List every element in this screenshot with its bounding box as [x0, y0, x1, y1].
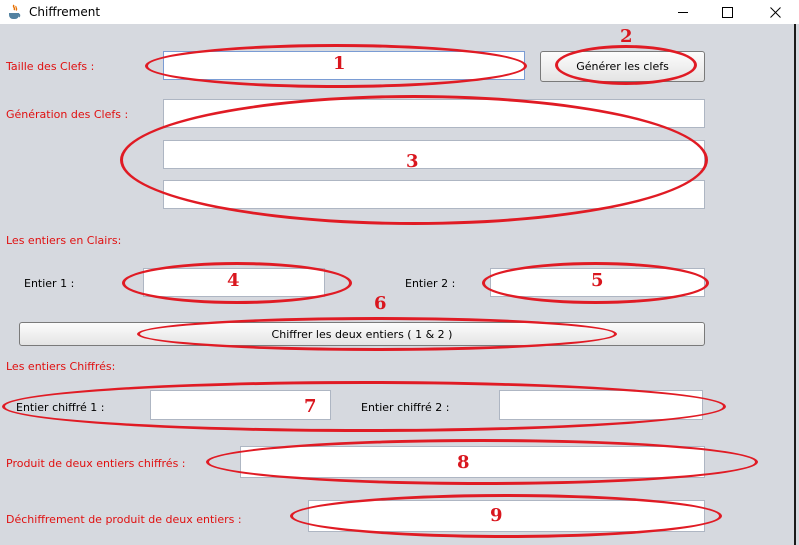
- key-size-label: Taille des Clefs :: [6, 60, 95, 73]
- key-field-1[interactable]: [163, 99, 705, 128]
- annotation-number-5: 5: [591, 270, 604, 291]
- annotation-number-9: 9: [490, 505, 503, 526]
- product-output[interactable]: [240, 446, 705, 478]
- maximize-button[interactable]: [704, 0, 750, 24]
- encrypted-integers-label: Les entiers Chiffrés:: [6, 360, 116, 373]
- annotation-number-3: 3: [406, 151, 419, 172]
- encrypted-1-label: Entier chiffré 1 :: [16, 401, 105, 414]
- product-label: Produit de deux entiers chiffrés :: [6, 457, 186, 470]
- annotation-number-7: 7: [304, 396, 317, 417]
- window-title: Chiffrement: [29, 5, 101, 19]
- encrypt-integers-button[interactable]: Chiffrer les deux entiers ( 1 & 2 ): [19, 322, 705, 346]
- close-button[interactable]: [752, 0, 798, 24]
- java-app-icon: [9, 4, 21, 19]
- annotation-number-8: 8: [457, 452, 470, 473]
- encrypted-2-input[interactable]: [499, 390, 703, 420]
- decryption-output[interactable]: [308, 500, 705, 532]
- window-edge: [794, 24, 796, 545]
- key-field-2[interactable]: [163, 140, 705, 169]
- encrypted-2-label: Entier chiffré 2 :: [361, 401, 450, 414]
- maximize-icon: [721, 6, 733, 18]
- generate-keys-button[interactable]: Générer les clefs: [540, 51, 705, 82]
- annotation-number-1: 1: [333, 53, 346, 74]
- integer-2-label: Entier 2 :: [405, 277, 456, 290]
- decryption-label: Déchiffrement de produit de deux entiers…: [6, 513, 242, 526]
- annotation-number-4: 4: [227, 270, 240, 291]
- annotation-number-6: 6: [374, 293, 387, 314]
- close-icon: [769, 6, 781, 18]
- key-field-3[interactable]: [163, 180, 705, 209]
- minimize-icon: [678, 12, 688, 13]
- integer-1-label: Entier 1 :: [24, 277, 75, 290]
- title-bar: Chiffrement: [0, 0, 799, 24]
- plain-integers-label: Les entiers en Clairs:: [6, 234, 122, 247]
- minimize-button[interactable]: [660, 0, 706, 24]
- annotation-number-2: 2: [620, 26, 633, 47]
- key-generation-label: Génération des Clefs :: [6, 108, 129, 121]
